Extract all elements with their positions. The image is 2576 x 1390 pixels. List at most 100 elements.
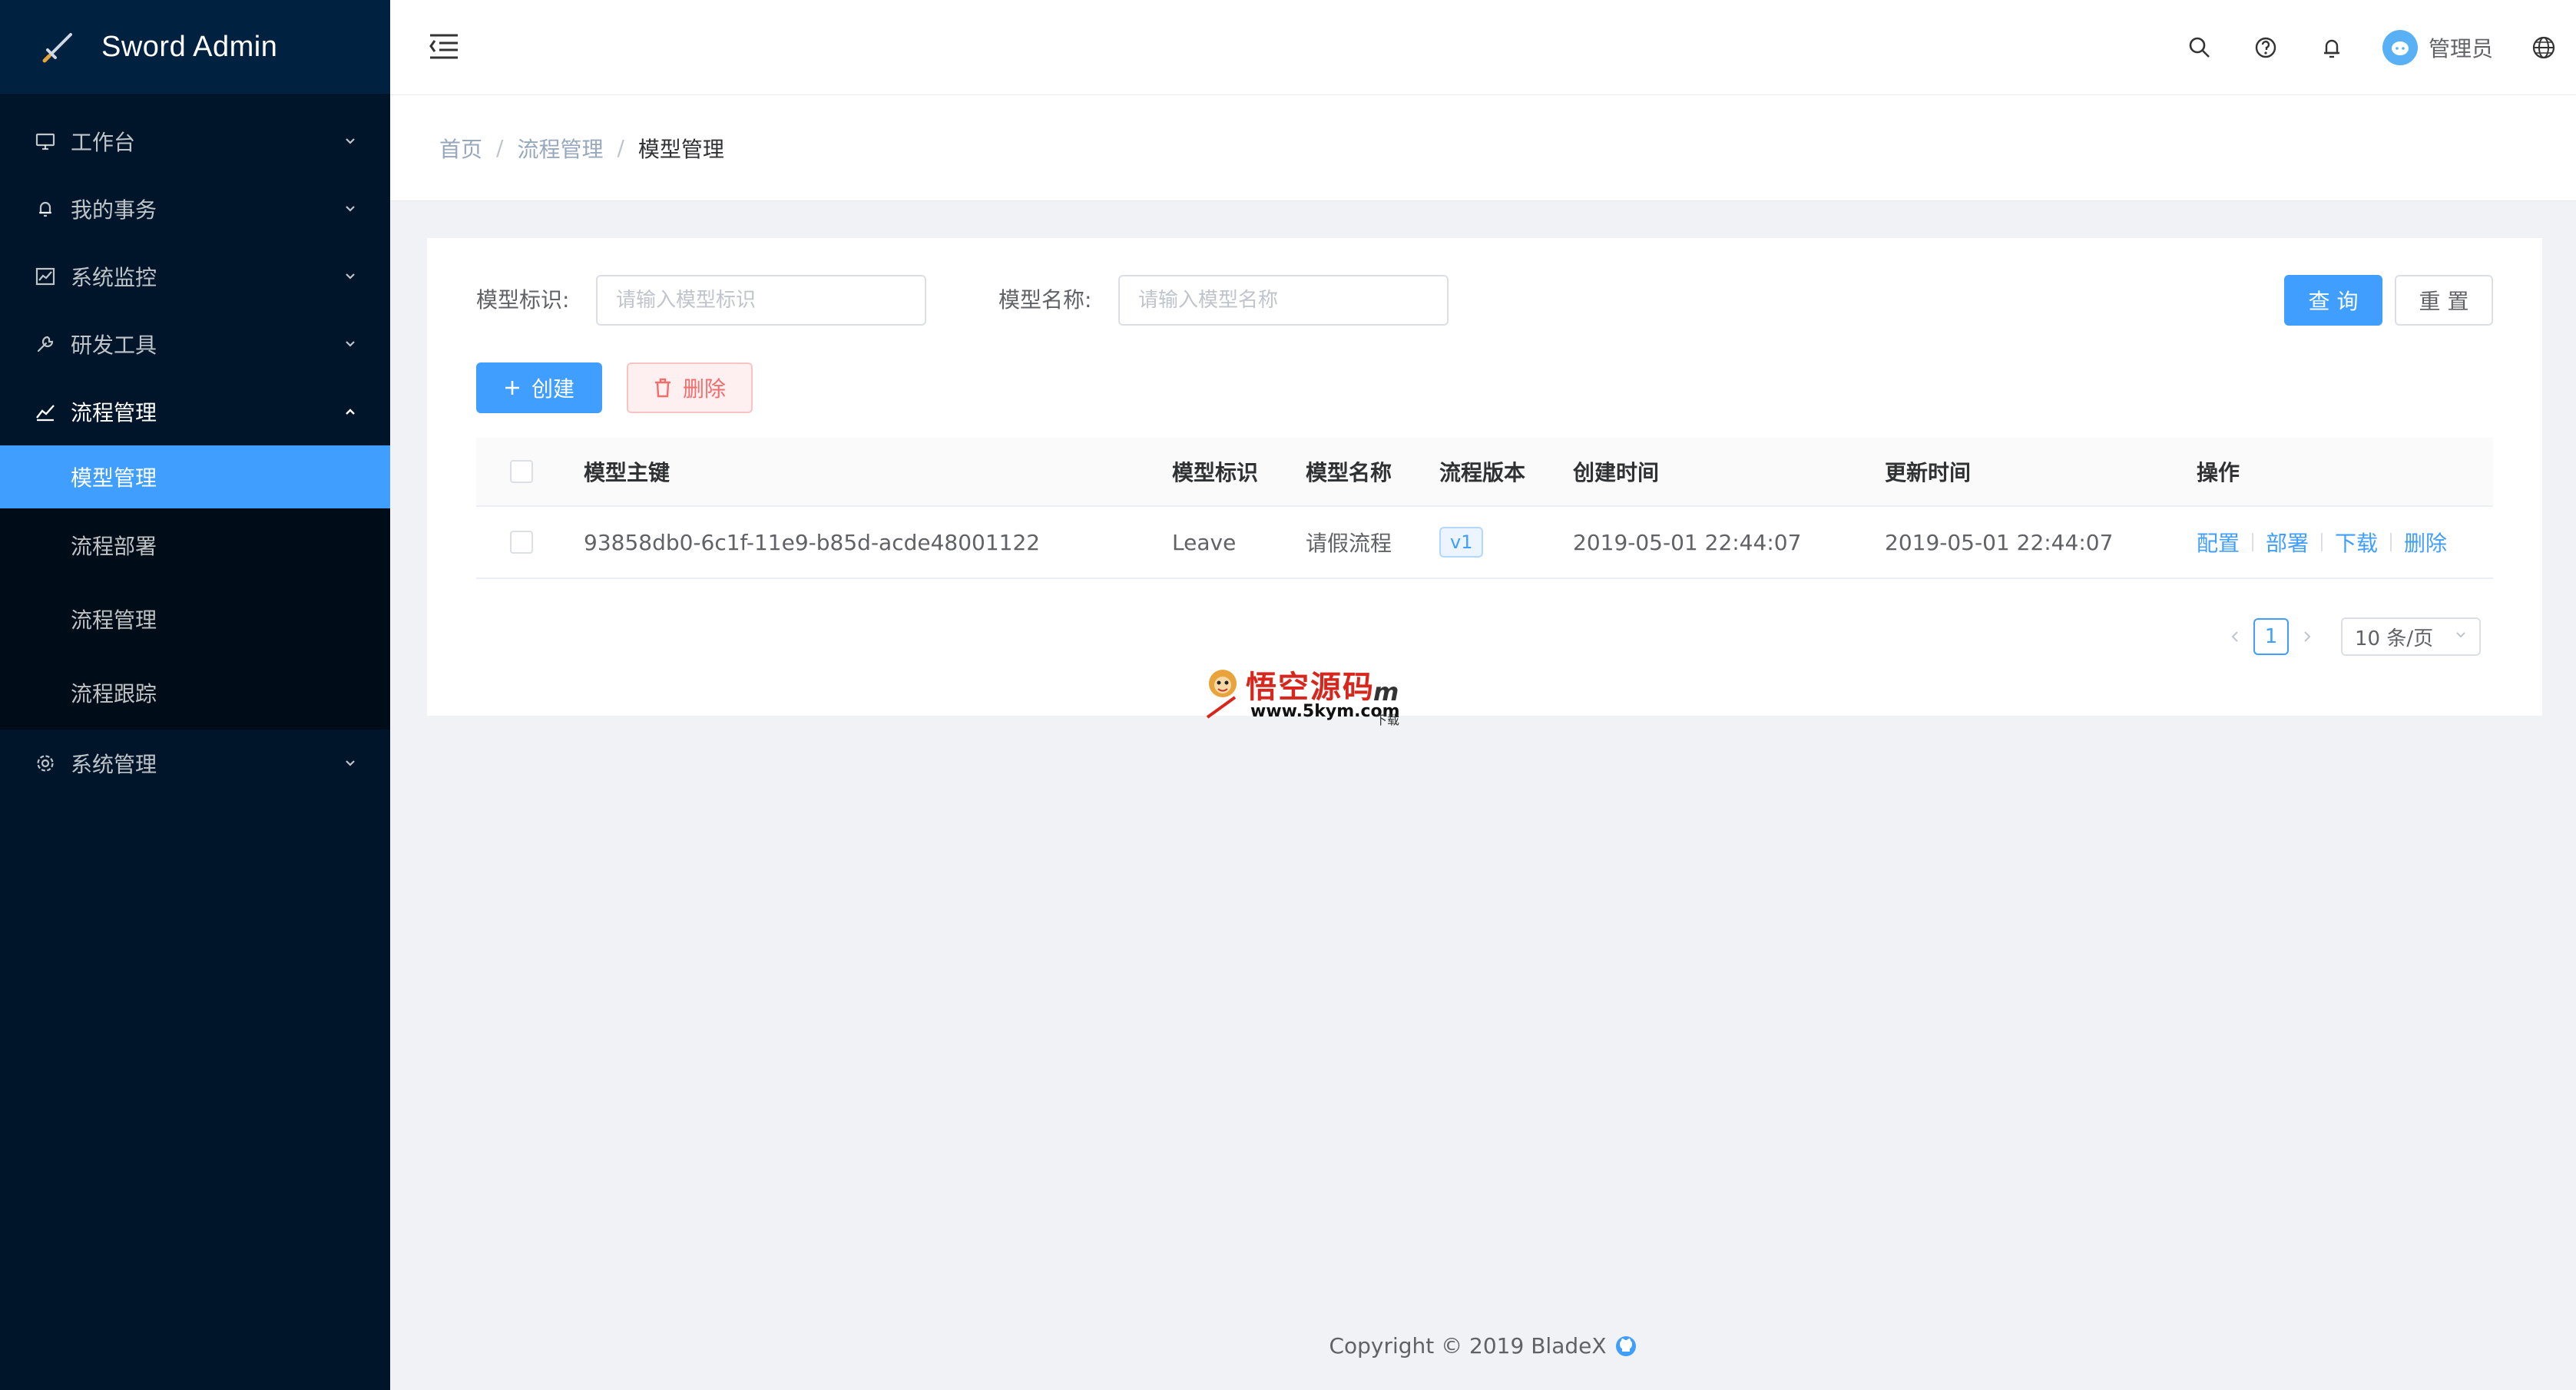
trash-icon xyxy=(654,378,672,398)
breadcrumb-separator: / xyxy=(617,135,624,161)
chevron-up-icon xyxy=(341,402,359,421)
chart-icon xyxy=(32,263,58,290)
bell-icon xyxy=(32,196,58,222)
table-row: 93858db0-6c1f-11e9-b85d-acde48001122 Lea… xyxy=(476,507,2493,579)
column-header-updated[interactable]: 更新时间 xyxy=(1885,438,1971,505)
breadcrumb-process[interactable]: 流程管理 xyxy=(517,133,603,164)
column-header-actions: 操作 xyxy=(2197,460,2240,485)
sidebar-item-system[interactable]: 系统管理 xyxy=(0,730,390,797)
menu-collapse-icon[interactable] xyxy=(427,31,461,61)
delete-button-label: 删除 xyxy=(682,376,726,402)
breadcrumb: 首页 / 流程管理 / 模型管理 xyxy=(390,95,2576,201)
chevron-down-icon xyxy=(341,200,359,218)
divider xyxy=(2252,533,2254,551)
plus-icon xyxy=(504,379,521,396)
column-header-version[interactable]: 流程版本 xyxy=(1439,438,1525,505)
divider xyxy=(2321,533,2323,551)
model-table: 模型主键 模型标识 模型名称 流程版本 创建时间 更新时间 操作 93858db… xyxy=(476,438,2493,579)
chevron-down-icon xyxy=(341,335,359,353)
globe-icon[interactable] xyxy=(2528,32,2559,63)
sidebar-item-dev-tools[interactable]: 研发工具 xyxy=(0,310,390,378)
delete-button[interactable]: 删除 xyxy=(627,362,753,413)
sidebar-item-label: 工作台 xyxy=(71,130,136,155)
model-name-label: 模型名称: xyxy=(998,287,1092,313)
row-checkbox[interactable] xyxy=(510,531,533,554)
gear-icon xyxy=(32,750,58,776)
user-name: 管理员 xyxy=(2428,36,2493,61)
prev-page-icon[interactable] xyxy=(2220,621,2250,652)
model-name-input[interactable] xyxy=(1118,275,1449,326)
sidebar-item-label: 流程跟踪 xyxy=(71,681,157,707)
watermark-small: 下载 xyxy=(1375,713,1400,727)
model-key-label: 模型标识: xyxy=(476,287,570,313)
submenu-process: 模型管理 流程部署 流程管理 流程跟踪 xyxy=(0,445,390,730)
cell-created-time: 2019-05-01 22:44:07 xyxy=(1573,529,1802,555)
avatar xyxy=(2382,30,2418,65)
watermark-logo: 悟空源码 m www.5kym.com 下载 xyxy=(1203,662,1402,727)
user-menu[interactable]: 管理员 xyxy=(2382,30,2493,65)
wrench-icon xyxy=(32,331,58,357)
github-icon[interactable] xyxy=(1614,1335,1637,1358)
sidebar-item-monitor[interactable]: 系统监控 xyxy=(0,243,390,310)
table-header: 模型主键 模型标识 模型名称 流程版本 创建时间 更新时间 操作 xyxy=(476,438,2493,507)
top-header: 管理员 xyxy=(390,0,2576,95)
sidebar-item-process-deploy[interactable]: 流程部署 xyxy=(0,508,390,582)
monkey-icon xyxy=(1206,670,1237,719)
sidebar: Sword Admin 工作台 我的事务 系统监控 研发工具 流程管理 模型管理… xyxy=(0,0,390,1390)
divider xyxy=(2390,533,2392,551)
app-title: Sword Admin xyxy=(101,30,278,63)
sword-icon xyxy=(37,25,80,68)
column-header-id[interactable]: 模型主键 xyxy=(584,438,670,505)
search-icon[interactable] xyxy=(2184,32,2215,63)
logo[interactable]: Sword Admin xyxy=(0,0,390,94)
sidebar-item-process-manage[interactable]: 流程管理 xyxy=(0,582,390,656)
help-icon[interactable] xyxy=(2250,32,2281,63)
sidebar-item-label: 我的事务 xyxy=(71,197,157,223)
next-page-icon[interactable] xyxy=(2292,621,2323,652)
sidebar-item-label: 研发工具 xyxy=(71,333,157,358)
breadcrumb-home[interactable]: 首页 xyxy=(439,133,482,164)
row-actions: 配置 部署 下载 删除 xyxy=(2197,507,2447,578)
chevron-down-icon xyxy=(341,267,359,286)
page-number[interactable]: 1 xyxy=(2253,618,2289,655)
monitor-icon xyxy=(32,128,58,154)
create-button[interactable]: 创建 xyxy=(476,362,602,413)
page-size-value: 10 条/页 xyxy=(2355,627,2434,650)
sidebar-item-model-manage[interactable]: 模型管理 xyxy=(0,445,390,508)
line-chart-icon xyxy=(32,399,58,425)
sidebar-item-process[interactable]: 流程管理 xyxy=(0,378,390,445)
notification-bell-icon[interactable] xyxy=(2316,32,2347,63)
column-header-key[interactable]: 模型标识 xyxy=(1172,438,1258,505)
sidebar-item-label: 流程管理 xyxy=(71,607,157,633)
cell-updated-time: 2019-05-01 22:44:07 xyxy=(1885,529,2114,555)
sidebar-item-my-affairs[interactable]: 我的事务 xyxy=(0,175,390,243)
cell-model-key: Leave xyxy=(1172,529,1237,555)
config-link[interactable]: 配置 xyxy=(2197,527,2240,558)
watermark-title: 悟空源码 xyxy=(1246,669,1375,705)
version-tag: v1 xyxy=(1439,527,1484,558)
create-button-label: 创建 xyxy=(531,376,574,402)
chevron-down-icon xyxy=(341,132,359,151)
select-all-checkbox[interactable] xyxy=(510,460,533,483)
cell-model-name: 请假流程 xyxy=(1306,531,1392,556)
column-header-created[interactable]: 创建时间 xyxy=(1573,438,1659,505)
sidebar-item-label: 系统监控 xyxy=(71,265,157,290)
content-card: 模型标识: 模型名称: 查 询 重 置 创建 删除 模型主键 模型标识 模型名称… xyxy=(427,238,2542,716)
column-header-name[interactable]: 模型名称 xyxy=(1306,438,1392,505)
breadcrumb-current: 模型管理 xyxy=(637,136,724,162)
cell-model-id: 93858db0-6c1f-11e9-b85d-acde48001122 xyxy=(584,529,1041,555)
reset-button[interactable]: 重 置 xyxy=(2395,275,2493,326)
sidebar-item-label: 系统管理 xyxy=(71,752,157,777)
sidebar-item-workbench[interactable]: 工作台 xyxy=(0,108,390,175)
copyright-text: Copyright © 2019 BladeX xyxy=(1329,1333,1607,1359)
page-size-select[interactable]: 10 条/页 xyxy=(2341,617,2481,656)
row-delete-link[interactable]: 删除 xyxy=(2404,527,2447,558)
model-key-input[interactable] xyxy=(596,275,926,326)
download-link[interactable]: 下载 xyxy=(2335,527,2378,558)
sidebar-item-process-track[interactable]: 流程跟踪 xyxy=(0,656,390,730)
header-actions: 管理员 xyxy=(2149,0,2576,95)
deploy-link[interactable]: 部署 xyxy=(2266,527,2309,558)
search-form: 模型标识: 模型名称: 查 询 重 置 xyxy=(476,275,2493,326)
query-button[interactable]: 查 询 xyxy=(2284,275,2382,326)
footer: Copyright © 2019 BladeX xyxy=(390,1333,2576,1359)
